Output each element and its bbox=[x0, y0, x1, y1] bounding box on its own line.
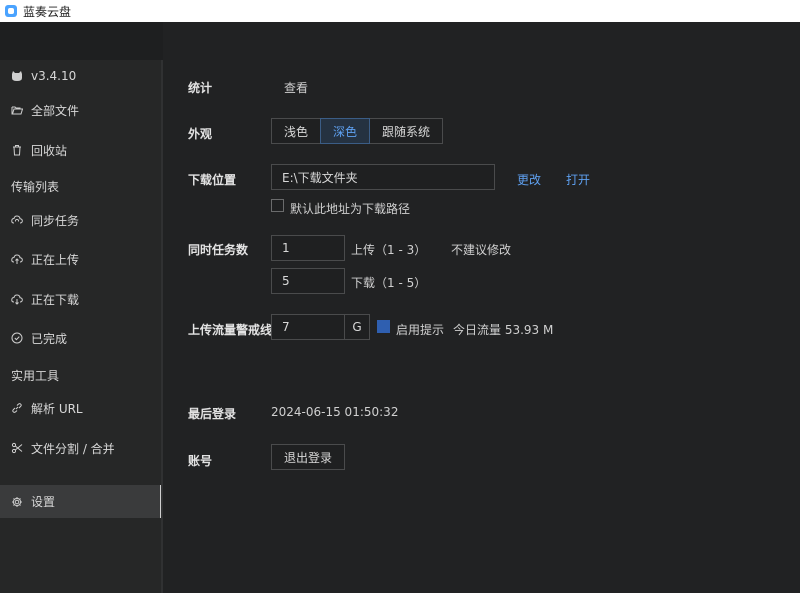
sidebar-item-split-merge[interactable]: 文件分割 / 合并 bbox=[0, 432, 161, 464]
sidebar-item-label: 文件分割 / 合并 bbox=[31, 441, 115, 456]
sidebar-header bbox=[0, 22, 163, 60]
appearance-label: 外观 bbox=[188, 127, 213, 141]
default-path-label: 默认此地址为下载路径 bbox=[290, 202, 411, 216]
sidebar-item-sync[interactable]: 同步任务 bbox=[0, 204, 161, 236]
enable-alert-checkbox[interactable] bbox=[377, 320, 390, 333]
cloud-upload-icon bbox=[11, 253, 23, 265]
account-label: 账号 bbox=[188, 454, 213, 468]
sidebar-item-label: 设置 bbox=[31, 495, 56, 509]
change-path-link[interactable]: 更改 bbox=[517, 171, 541, 188]
scissors-icon bbox=[11, 442, 23, 454]
upload-count-input[interactable]: 1 bbox=[271, 235, 345, 261]
upload-limit-label: 上传流量警戒线 bbox=[188, 323, 273, 337]
last-login-label: 最后登录 bbox=[188, 407, 237, 421]
stats-view-link[interactable]: 查看 bbox=[284, 79, 308, 96]
settings-panel: 统计 查看 外观 浅色 深色 跟随系统 下载位置 E:\下载文件夹 更改 打开 … bbox=[163, 22, 800, 593]
sidebar-item-label: 全部文件 bbox=[31, 103, 80, 118]
sidebar-item-label: 回收站 bbox=[31, 143, 68, 158]
folder-open-icon bbox=[11, 104, 23, 116]
section-title-transfer: 传输列表 bbox=[11, 180, 60, 194]
trash-icon bbox=[11, 144, 23, 156]
sidebar-item-label: 正在上传 bbox=[31, 252, 80, 267]
check-circle-icon bbox=[11, 332, 23, 344]
sidebar-item-uploading[interactable]: 正在上传 bbox=[0, 243, 161, 275]
concurrency-label: 同时任务数 bbox=[188, 243, 249, 257]
theme-dark-option[interactable]: 深色 bbox=[320, 118, 371, 144]
sidebar-item-done[interactable]: 已完成 bbox=[0, 322, 161, 354]
download-range-hint: 下载（1 - 5） bbox=[351, 276, 427, 290]
sidebar: v3.4.10 全部文件 回收站 传输列表 同步任务 正在上传 正在下载 已完成… bbox=[0, 22, 163, 593]
upload-limit-unit: G bbox=[344, 314, 370, 340]
title-bar: 蓝奏云盘 bbox=[0, 0, 800, 22]
upload-limit-input[interactable]: 7 bbox=[271, 314, 346, 340]
sidebar-item-label: 正在下载 bbox=[31, 292, 80, 307]
theme-light-option[interactable]: 浅色 bbox=[271, 118, 322, 144]
sync-cloud-icon bbox=[11, 214, 23, 226]
appearance-segmented: 浅色 深色 跟随系统 bbox=[271, 118, 444, 144]
theme-system-option[interactable]: 跟随系统 bbox=[369, 118, 444, 144]
sidebar-item-label: 解析 URL bbox=[31, 401, 83, 416]
sidebar-item-all-files[interactable]: 全部文件 bbox=[0, 94, 161, 126]
cloud-download-icon bbox=[11, 293, 23, 305]
section-title-tools: 实用工具 bbox=[11, 369, 60, 383]
sidebar-item-settings[interactable]: 设置 bbox=[0, 485, 163, 518]
window-title: 蓝奏云盘 bbox=[23, 4, 72, 19]
github-cat-icon bbox=[11, 70, 23, 82]
upload-range-hint: 上传（1 - 3） bbox=[351, 243, 427, 257]
app-logo-icon bbox=[5, 5, 17, 17]
link-icon bbox=[11, 402, 23, 414]
download-location-label: 下载位置 bbox=[188, 173, 237, 187]
sidebar-item-downloading[interactable]: 正在下载 bbox=[0, 283, 161, 315]
sidebar-item-parse-url[interactable]: 解析 URL bbox=[0, 392, 161, 424]
sidebar-item-label: 同步任务 bbox=[31, 213, 80, 228]
sidebar-item-label: 已完成 bbox=[31, 331, 68, 346]
download-count-input[interactable]: 5 bbox=[271, 268, 345, 294]
today-traffic: 今日流量 53.93 M bbox=[453, 323, 554, 337]
sidebar-item-recycle[interactable]: 回收站 bbox=[0, 134, 161, 166]
logout-button[interactable]: 退出登录 bbox=[271, 444, 346, 470]
version-info[interactable]: v3.4.10 bbox=[0, 60, 161, 92]
enable-alert-label: 启用提示 bbox=[396, 323, 445, 337]
last-login-value: 2024-06-15 01:50:32 bbox=[271, 405, 399, 419]
stats-label: 统计 bbox=[188, 81, 213, 95]
default-path-checkbox[interactable] bbox=[271, 199, 284, 212]
upload-note: 不建议修改 bbox=[451, 243, 512, 257]
version-label: v3.4.10 bbox=[31, 69, 77, 83]
download-path-field[interactable]: E:\下载文件夹 bbox=[271, 164, 495, 190]
gear-icon bbox=[11, 496, 23, 508]
open-path-link[interactable]: 打开 bbox=[566, 171, 590, 188]
